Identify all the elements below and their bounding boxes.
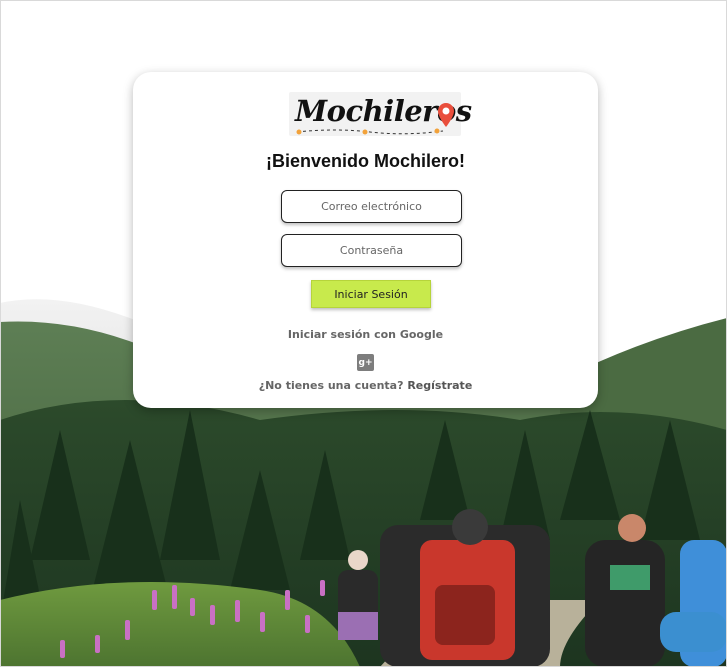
google-plus-icon[interactable]: g+ <box>357 354 374 371</box>
login-button[interactable]: Iniciar Sesión <box>311 280 431 308</box>
dotted-trail-icon <box>296 128 444 135</box>
password-field[interactable]: Contraseña <box>281 234 462 267</box>
signup-link[interactable]: Regístrate <box>407 379 472 392</box>
password-placeholder: Contraseña <box>339 244 404 257</box>
signup-prompt: ¿No tienes una cuenta? <box>258 379 404 392</box>
map-pin-icon <box>438 103 454 127</box>
google-login-link[interactable]: Iniciar sesión con Google <box>133 328 598 341</box>
login-card: Mochileros ¡Bienvenido Mochilero! Correo… <box>133 72 598 408</box>
brand-logo: Mochileros <box>289 92 472 136</box>
signup-prompt-row: ¿No tienes una cuenta? Regístrate <box>133 379 598 392</box>
email-field[interactable]: Correo electrónico <box>281 190 462 223</box>
email-placeholder: Correo electrónico <box>321 200 422 213</box>
welcome-title: ¡Bienvenido Mochilero! <box>265 151 465 171</box>
